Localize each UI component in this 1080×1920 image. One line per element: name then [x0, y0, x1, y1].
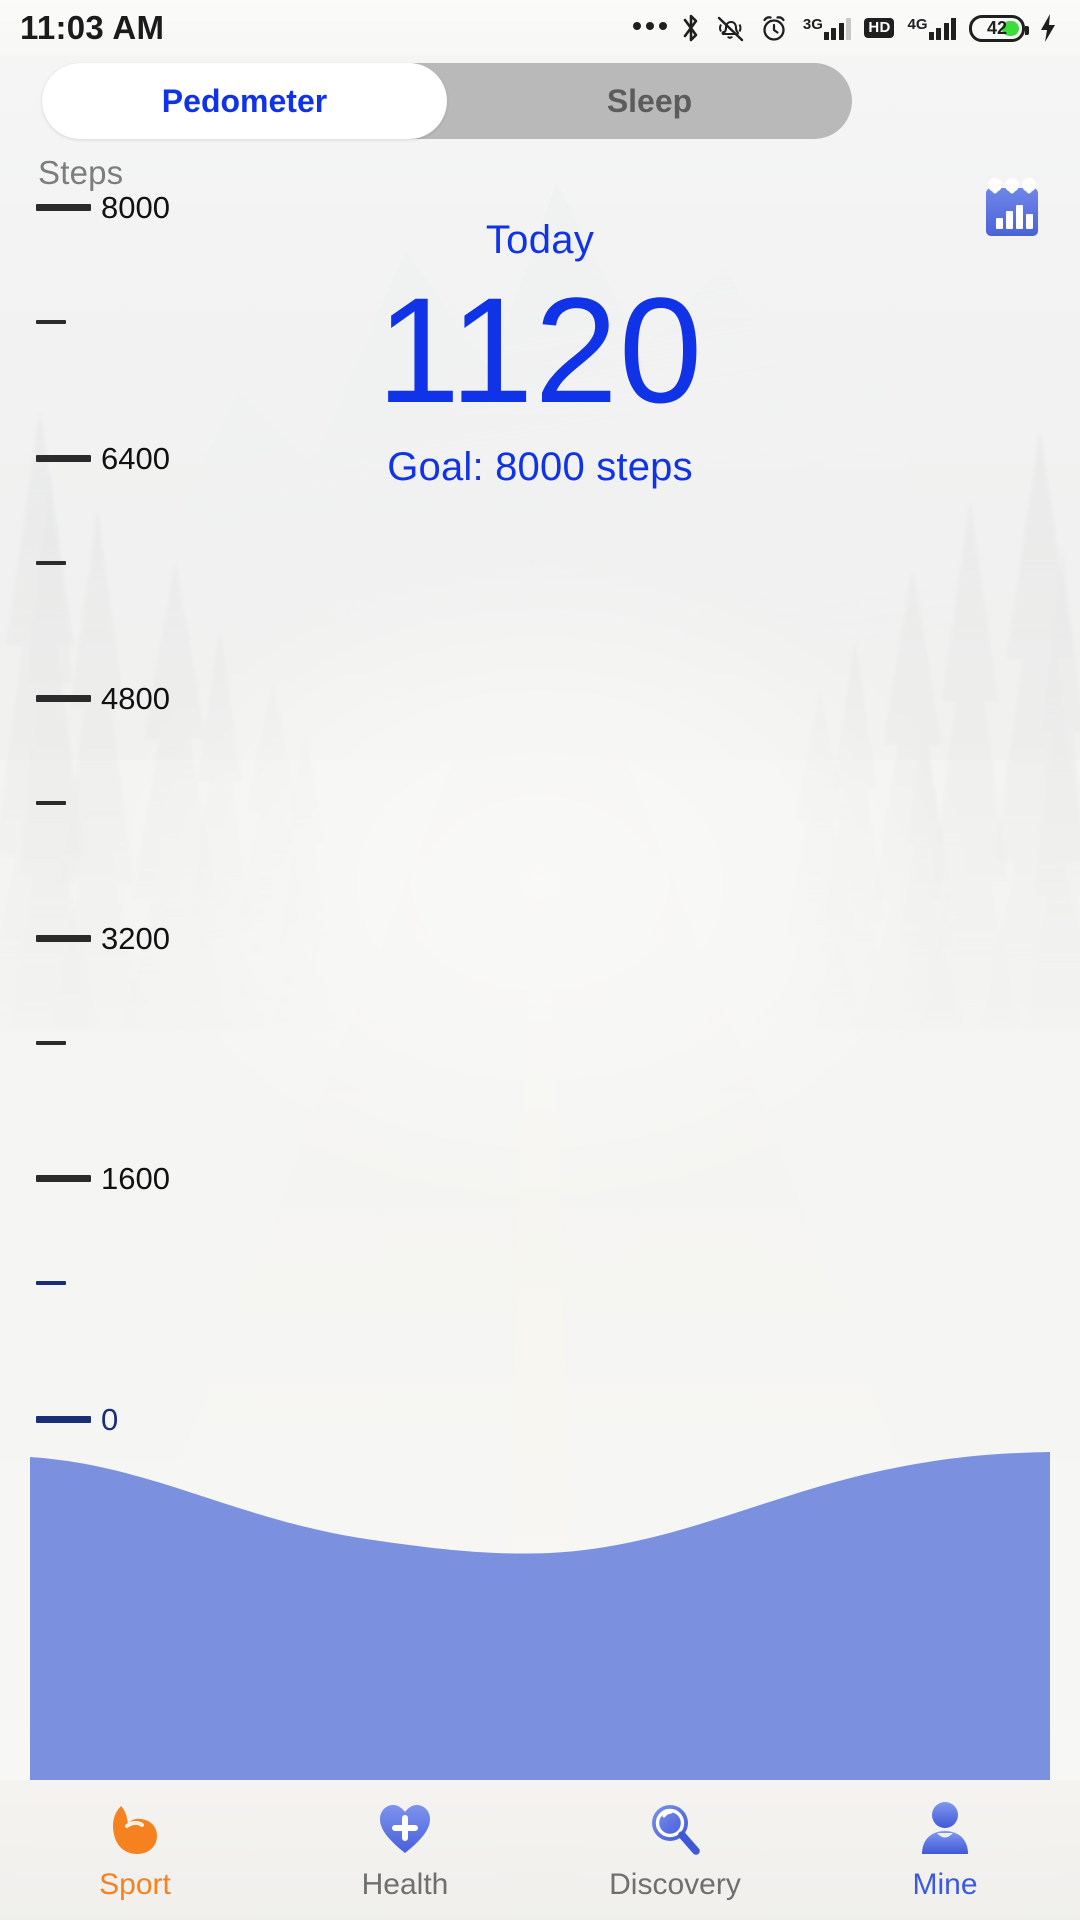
today-summary: Today 1120 Goal: 8000 steps [0, 218, 1080, 490]
tick-label: 3200 [101, 921, 170, 956]
tick-label: 0 [101, 1402, 119, 1437]
bottom-navigation-bar: Sport Health Discovery Mine [0, 1780, 1080, 1920]
bell-muted-icon [715, 13, 745, 43]
pedometer-panel: Steps 8000 6400 4800 3200 1600 0 Today 1… [0, 140, 1080, 1780]
y-tick-2400 [0, 1041, 66, 1045]
nav-label-mine: Mine [912, 1868, 978, 1901]
battery-icon: 42 [969, 14, 1029, 42]
charging-bolt-icon [1038, 12, 1058, 44]
more-dots-icon [632, 22, 667, 34]
nav-label-discovery: Discovery [609, 1868, 741, 1901]
step-count-value: 1120 [376, 266, 704, 434]
nav-item-mine[interactable]: Mine [810, 1798, 1080, 1902]
signal-4g-label: 4G [907, 15, 928, 33]
tick-line [36, 1175, 91, 1182]
goal-label: Goal: 8000 steps [387, 445, 693, 489]
bicep-flex-icon [105, 1798, 165, 1860]
signal-3g-bars [823, 17, 852, 40]
tick-label: 4800 [101, 681, 170, 716]
tick-line [36, 1041, 66, 1045]
tick-label: 1600 [101, 1161, 170, 1196]
battery-percent: 42 [986, 17, 1008, 38]
tab-pedometer[interactable]: Pedometer [42, 63, 447, 139]
tick-line [36, 935, 91, 942]
alarm-clock-icon [758, 12, 790, 44]
person-icon [918, 1798, 972, 1860]
y-tick-4800: 4800 [0, 683, 170, 714]
heart-plus-icon [376, 1798, 434, 1860]
y-tick-4000 [0, 801, 66, 805]
steps-wave-area [30, 1435, 1050, 1780]
tick-line [36, 801, 66, 805]
tab-sleep[interactable]: Sleep [447, 63, 852, 139]
status-bar: 11:03 AM 3G HD 4G 42 [0, 0, 1080, 56]
tick-line [36, 1416, 91, 1423]
tick-line [36, 561, 66, 565]
nav-item-discovery[interactable]: Discovery [540, 1798, 810, 1902]
nav-item-health[interactable]: Health [270, 1798, 540, 1902]
bluetooth-icon [680, 13, 702, 43]
signal-3g-label: 3G [802, 15, 823, 33]
nav-label-sport: Sport [99, 1868, 171, 1901]
tick-line [36, 204, 91, 211]
y-tick-3200: 3200 [0, 923, 170, 954]
hd-icon: HD [864, 17, 895, 39]
status-time: 11:03 AM [20, 9, 165, 46]
y-tick-1600: 1600 [0, 1163, 170, 1194]
magnifier-icon [646, 1798, 704, 1860]
y-axis-title: Steps [38, 154, 124, 191]
mode-segmented-control[interactable]: Pedometer Sleep [42, 63, 852, 139]
signal-3g-icon: 3G [803, 17, 852, 40]
today-label: Today [485, 218, 595, 262]
tick-line [36, 695, 91, 702]
tick-line [36, 1281, 66, 1285]
nav-item-sport[interactable]: Sport [0, 1798, 270, 1902]
signal-4g-icon: 4G [907, 17, 956, 40]
y-tick-5600 [0, 561, 66, 565]
y-tick-800 [0, 1281, 66, 1285]
signal-4g-bars [928, 17, 956, 40]
nav-label-health: Health [361, 1868, 449, 1901]
status-icon-tray: 3G HD 4G 42 [632, 12, 1058, 44]
y-tick-0: 0 [0, 1404, 118, 1435]
